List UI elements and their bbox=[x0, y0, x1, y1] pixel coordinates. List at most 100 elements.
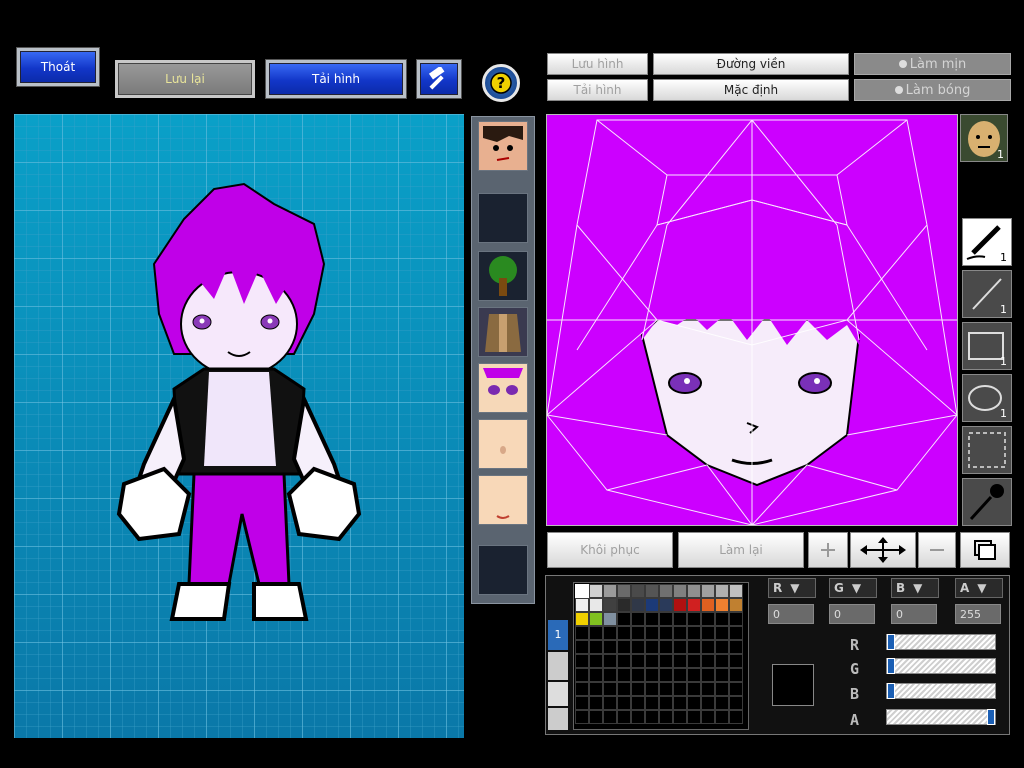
color-swatch[interactable] bbox=[701, 640, 715, 654]
alpha-slider-handle[interactable] bbox=[987, 709, 995, 725]
green-channel-dropdown[interactable]: G ▼ bbox=[829, 578, 877, 598]
color-swatch[interactable] bbox=[603, 682, 617, 696]
color-swatch[interactable] bbox=[603, 696, 617, 710]
color-swatch[interactable] bbox=[589, 584, 603, 598]
texture-editor-canvas[interactable] bbox=[546, 114, 958, 526]
color-swatch[interactable] bbox=[631, 640, 645, 654]
color-swatch[interactable] bbox=[659, 598, 673, 612]
color-swatch[interactable] bbox=[645, 584, 659, 598]
layer-tab-active[interactable]: 1 bbox=[548, 620, 568, 650]
color-swatch[interactable] bbox=[729, 682, 743, 696]
color-swatch[interactable] bbox=[617, 598, 631, 612]
color-swatch[interactable] bbox=[617, 584, 631, 598]
color-swatch[interactable] bbox=[603, 654, 617, 668]
color-swatch[interactable] bbox=[659, 682, 673, 696]
blue-slider[interactable] bbox=[886, 683, 996, 699]
color-swatch[interactable] bbox=[673, 654, 687, 668]
color-swatch[interactable] bbox=[575, 696, 589, 710]
move-button[interactable] bbox=[850, 532, 916, 568]
color-swatch[interactable] bbox=[631, 626, 645, 640]
color-swatch[interactable] bbox=[631, 668, 645, 682]
hammer-button[interactable] bbox=[417, 60, 461, 98]
color-swatch[interactable] bbox=[589, 682, 603, 696]
color-swatch[interactable] bbox=[687, 612, 701, 626]
exit-button[interactable]: Thoát bbox=[17, 48, 99, 86]
color-swatch[interactable] bbox=[617, 626, 631, 640]
color-swatch[interactable] bbox=[715, 710, 729, 724]
color-swatch[interactable] bbox=[575, 598, 589, 612]
color-swatch[interactable] bbox=[617, 668, 631, 682]
color-swatch[interactable] bbox=[673, 710, 687, 724]
layer-tab[interactable] bbox=[548, 682, 568, 706]
alpha-channel-dropdown[interactable]: A ▼ bbox=[955, 578, 1003, 598]
color-swatch[interactable] bbox=[729, 696, 743, 710]
color-swatch[interactable] bbox=[575, 682, 589, 696]
color-swatch[interactable] bbox=[575, 612, 589, 626]
color-swatch[interactable] bbox=[617, 710, 631, 724]
layer-copy-button[interactable] bbox=[960, 532, 1010, 568]
outline-button[interactable]: Đường viền bbox=[653, 53, 849, 75]
green-value-field[interactable]: 0 bbox=[829, 604, 875, 624]
color-swatch[interactable] bbox=[687, 640, 701, 654]
red-channel-dropdown[interactable]: R ▼ bbox=[768, 578, 816, 598]
color-swatch[interactable] bbox=[729, 626, 743, 640]
color-swatch[interactable] bbox=[575, 584, 589, 598]
color-swatch[interactable] bbox=[673, 584, 687, 598]
alpha-slider[interactable] bbox=[886, 709, 996, 725]
color-swatch[interactable] bbox=[617, 682, 631, 696]
shade-option[interactable]: Làm bóng bbox=[854, 79, 1011, 101]
color-swatch[interactable] bbox=[603, 710, 617, 724]
color-swatch[interactable] bbox=[645, 612, 659, 626]
color-swatch[interactable] bbox=[715, 682, 729, 696]
color-swatch[interactable] bbox=[589, 710, 603, 724]
color-swatch[interactable] bbox=[659, 626, 673, 640]
color-swatch[interactable] bbox=[617, 640, 631, 654]
default-button[interactable]: Mặc định bbox=[653, 79, 849, 101]
layer-tab[interactable] bbox=[548, 652, 568, 680]
rectangle-tool[interactable]: 1 bbox=[962, 322, 1012, 370]
color-swatch[interactable] bbox=[645, 710, 659, 724]
color-swatch[interactable] bbox=[589, 598, 603, 612]
color-swatch[interactable] bbox=[589, 640, 603, 654]
color-swatch[interactable] bbox=[701, 696, 715, 710]
color-swatch[interactable] bbox=[645, 626, 659, 640]
color-swatch[interactable] bbox=[687, 696, 701, 710]
redo-button[interactable]: Làm lại bbox=[678, 532, 804, 568]
save-button[interactable]: Lưu lại bbox=[115, 60, 255, 98]
part-slot-empty[interactable] bbox=[478, 545, 528, 595]
color-swatch[interactable] bbox=[575, 640, 589, 654]
color-swatch[interactable] bbox=[645, 598, 659, 612]
line-tool[interactable]: 1 bbox=[962, 270, 1012, 318]
color-swatch[interactable] bbox=[645, 640, 659, 654]
color-swatch[interactable] bbox=[631, 682, 645, 696]
color-swatch[interactable] bbox=[617, 654, 631, 668]
color-swatch[interactable] bbox=[673, 640, 687, 654]
color-swatch[interactable] bbox=[715, 696, 729, 710]
color-swatch-grid[interactable] bbox=[573, 582, 749, 730]
color-swatch[interactable] bbox=[687, 654, 701, 668]
help-button[interactable]: ? bbox=[482, 64, 520, 102]
red-slider-handle[interactable] bbox=[887, 634, 895, 650]
part-slot-torso[interactable] bbox=[478, 419, 528, 469]
color-swatch[interactable] bbox=[715, 640, 729, 654]
part-slot-tree[interactable] bbox=[478, 251, 528, 301]
smooth-option[interactable]: Làm mịn bbox=[854, 53, 1011, 75]
color-swatch[interactable] bbox=[729, 612, 743, 626]
part-slot-face[interactable] bbox=[478, 475, 528, 525]
color-swatch[interactable] bbox=[659, 654, 673, 668]
blue-slider-handle[interactable] bbox=[887, 683, 895, 699]
color-swatch[interactable] bbox=[715, 584, 729, 598]
color-swatch[interactable] bbox=[701, 654, 715, 668]
green-slider[interactable] bbox=[886, 658, 996, 674]
red-value-field[interactable]: 0 bbox=[768, 604, 814, 624]
restore-button[interactable]: Khôi phục bbox=[547, 532, 673, 568]
color-swatch[interactable] bbox=[701, 682, 715, 696]
reload-image-button[interactable]: Tải hình bbox=[266, 60, 406, 98]
color-swatch[interactable] bbox=[589, 668, 603, 682]
color-swatch[interactable] bbox=[617, 612, 631, 626]
selection-tool[interactable] bbox=[962, 426, 1012, 474]
color-swatch[interactable] bbox=[603, 598, 617, 612]
color-swatch[interactable] bbox=[631, 654, 645, 668]
color-swatch[interactable] bbox=[575, 626, 589, 640]
ellipse-tool[interactable]: 1 bbox=[962, 374, 1012, 422]
